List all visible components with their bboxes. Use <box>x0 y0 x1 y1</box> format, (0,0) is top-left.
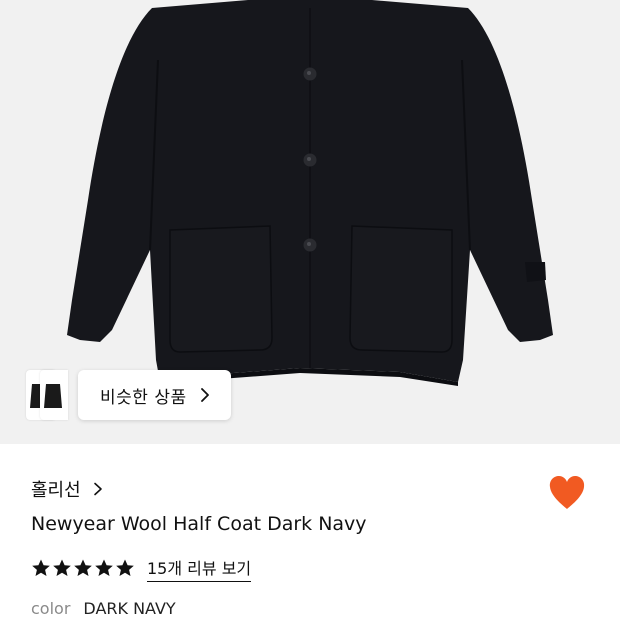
product-title: Newyear Wool Half Coat Dark Navy <box>31 513 367 535</box>
star-rating <box>31 558 136 578</box>
chevron-right-icon <box>200 388 209 402</box>
star-icon <box>74 559 92 576</box>
similar-products-label: 비슷한 상품 <box>100 387 187 408</box>
product-image[interactable]: 비슷한 상품 <box>0 0 620 444</box>
color-label: color <box>31 599 71 618</box>
star-icon <box>116 559 134 576</box>
rating-row: 15개 리뷰 보기 <box>31 555 252 582</box>
star-icon <box>95 559 113 576</box>
color-row: color DARK NAVY <box>31 599 176 618</box>
brand-name: 홀리선 <box>31 480 81 501</box>
color-value: DARK NAVY <box>83 599 176 618</box>
similar-products-chip[interactable]: 비슷한 상품 <box>78 370 231 420</box>
view-reviews-link[interactable]: 15개 리뷰 보기 <box>147 555 252 582</box>
star-icon <box>53 559 71 576</box>
similar-products-button[interactable]: 비슷한 상품 <box>26 370 231 420</box>
product-detail-screen: 비슷한 상품 홀리선 Newyear Wool Half Coat Dark N… <box>0 0 620 620</box>
brand-link[interactable]: 홀리선 <box>31 476 103 502</box>
star-icon <box>32 559 50 576</box>
chevron-right-icon <box>93 482 102 496</box>
similar-thumbnail <box>40 370 68 420</box>
heart-icon[interactable] <box>547 473 587 513</box>
similar-thumbnails <box>26 370 82 420</box>
